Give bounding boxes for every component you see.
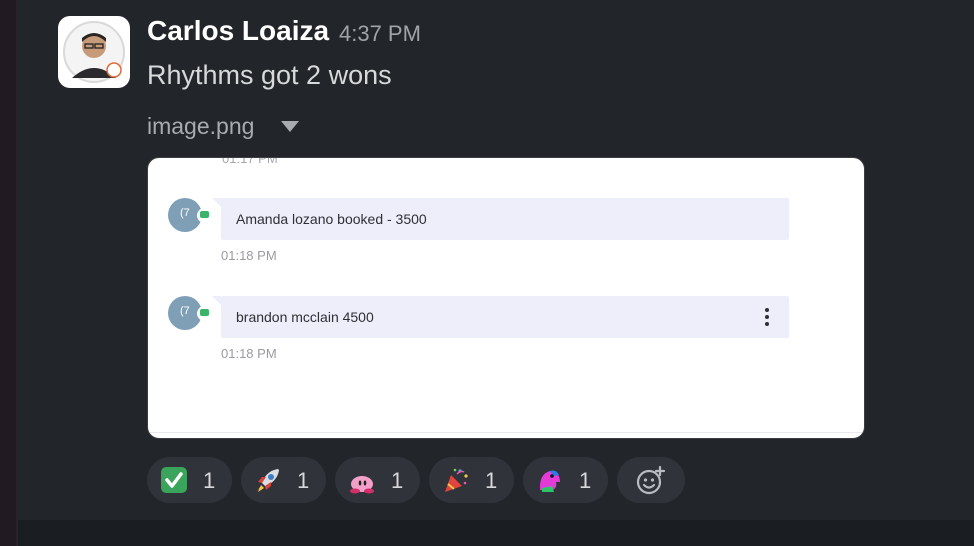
more-options-icon — [765, 308, 769, 326]
sms-badge-icon — [197, 306, 212, 321]
reaction-count: 1 — [579, 468, 592, 493]
bubble-tail — [212, 198, 221, 207]
attachment-file-name[interactable]: image.png — [147, 113, 254, 140]
reaction-kirby[interactable]: 1 — [335, 457, 420, 503]
reaction-count: 1 — [203, 468, 216, 493]
preview-message-text: Amanda lozano booked - 3500 — [236, 211, 427, 227]
message-text: Rhythms got 2 wons — [147, 60, 392, 90]
sender-avatar[interactable] — [58, 16, 130, 88]
sms-badge-icon — [197, 208, 212, 223]
preview-message-bubble: brandon mcclain 4500 — [221, 296, 789, 338]
preview-cut-timestamp: 01:17 PM — [222, 157, 278, 166]
message-pane-bottom — [18, 520, 974, 546]
preview-avatar-text: (7 — [180, 207, 190, 219]
reaction-count: 1 — [485, 468, 498, 493]
kirby-icon — [350, 476, 374, 494]
rocket-icon — [257, 469, 279, 492]
bubble-tail — [212, 296, 221, 305]
add-emoji-icon — [636, 466, 666, 495]
sender-avatar-photo — [63, 21, 125, 83]
sender-name[interactable]: Carlos Loaiza — [147, 15, 329, 47]
workspace-sidebar-edge — [0, 0, 16, 546]
party-popper-icon — [445, 468, 468, 492]
preview-message-time: 01:18 PM — [221, 248, 277, 263]
preview-message-bubble: Amanda lozano booked - 3500 — [221, 198, 789, 240]
preview-divider — [148, 432, 864, 433]
message-timestamp[interactable]: 4:37 PM — [339, 21, 421, 47]
chevron-down-icon[interactable] — [281, 121, 299, 132]
reaction-count: 1 — [391, 468, 404, 493]
reaction-check-mark[interactable]: 1 — [147, 457, 232, 503]
reaction-party-parrot[interactable]: 1 — [523, 457, 608, 503]
reaction-rocket[interactable]: 1 — [241, 457, 326, 503]
preview-avatar-text: (7 — [180, 305, 190, 317]
check-mark-icon — [161, 467, 187, 493]
reaction-party-popper[interactable]: 1 — [429, 457, 514, 503]
reaction-count: 1 — [297, 468, 310, 493]
add-reaction-button[interactable] — [617, 457, 685, 503]
preview-message-text: brandon mcclain 4500 — [236, 309, 374, 325]
party-parrot-icon — [539, 470, 560, 492]
preview-message-time: 01:18 PM — [221, 346, 277, 361]
image-attachment-preview[interactable]: 01:17 PM (7 Amanda lozano booked - 3500 … — [147, 157, 865, 439]
